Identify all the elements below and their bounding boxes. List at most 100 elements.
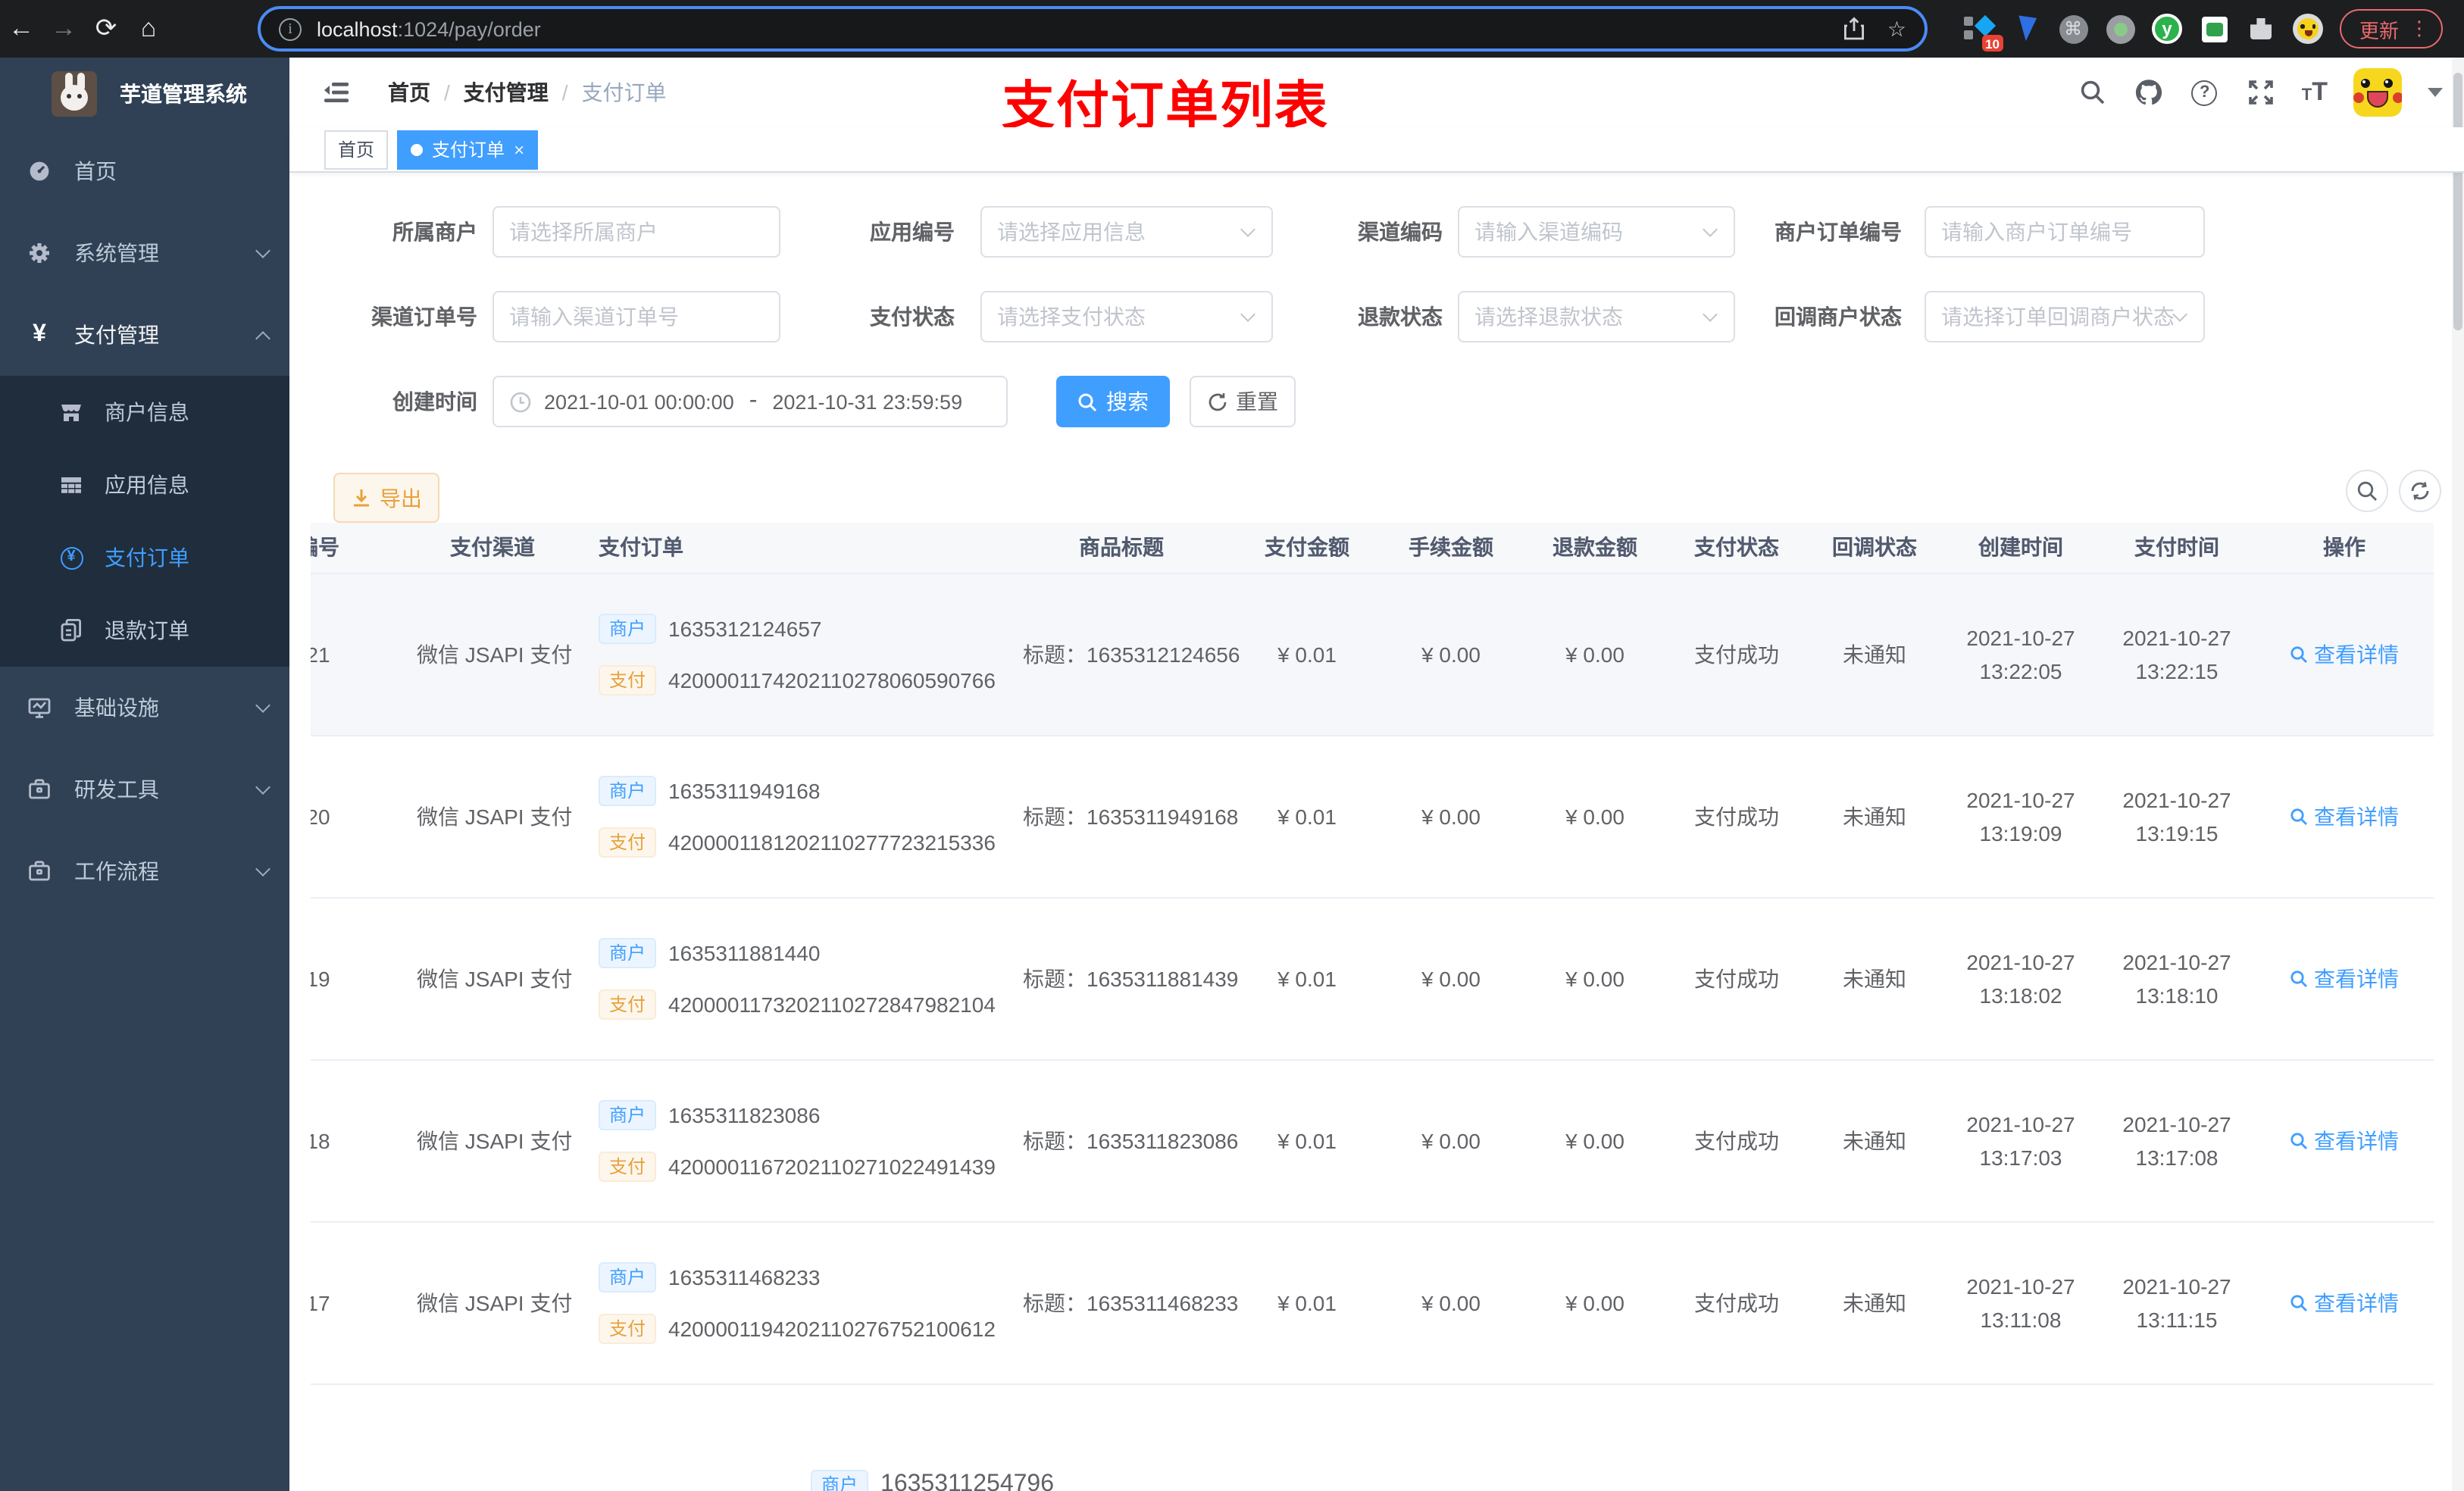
- cell-pay-order: 商户 1635311823086 支付 4200001167202110271022…: [583, 1059, 1008, 1222]
- date-range-picker[interactable]: 2021-10-01 00:00:00 - 2021-10-31 23:59:5…: [492, 376, 1008, 427]
- channel-order-no-input[interactable]: [509, 305, 764, 329]
- col-amount[interactable]: 支付金额: [1235, 523, 1379, 574]
- sidebar-item-refund-order[interactable]: 退款订单: [0, 594, 289, 667]
- col-status[interactable]: 支付状态: [1667, 523, 1806, 574]
- home-icon[interactable]: ⌂: [127, 14, 170, 44]
- back-icon[interactable]: ←: [0, 14, 42, 44]
- cell-id: 19: [311, 897, 402, 1060]
- sidebar-item-dev-tools[interactable]: 研发工具: [0, 749, 289, 830]
- export-button[interactable]: 导出: [333, 473, 439, 523]
- cell-title: 标题：1635311881439: [1008, 897, 1238, 1060]
- extension-emoji-icon[interactable]: [2293, 14, 2323, 44]
- refund-status-select[interactable]: 请选择退款状态: [1458, 291, 1735, 342]
- view-detail-link[interactable]: 查看详情: [2290, 1287, 2399, 1318]
- reset-button[interactable]: 重置: [1190, 376, 1296, 427]
- browser-menu-icon[interactable]: ⋮: [2409, 17, 2429, 41]
- date-end[interactable]: 2021-10-31 23:59:59: [772, 390, 962, 413]
- col-paid[interactable]: 支付时间: [2099, 523, 2255, 574]
- logo-rabbit-avatar: [52, 71, 97, 117]
- app-select[interactable]: 请选择应用信息: [980, 206, 1273, 258]
- sidebar-item-home[interactable]: 首页: [0, 130, 289, 212]
- sidebar-item-merchant-info[interactable]: 商户信息: [0, 376, 289, 449]
- filter-label: 回调商户状态: [1775, 305, 1902, 329]
- col-id[interactable]: 编号: [311, 523, 402, 574]
- merchant-order-no-input[interactable]: [1941, 220, 2188, 244]
- merchant-order-no-field[interactable]: [1925, 206, 2205, 258]
- user-avatar[interactable]: [2353, 68, 2402, 117]
- view-detail-link[interactable]: 查看详情: [2290, 801, 2399, 831]
- sidebar-toggle-icon[interactable]: [321, 77, 352, 108]
- extensions-puzzle-icon[interactable]: [2246, 14, 2276, 44]
- bookmark-star-icon[interactable]: ☆: [1887, 16, 1906, 42]
- extension-chat-icon[interactable]: [2199, 14, 2229, 44]
- view-detail-link[interactable]: 查看详情: [2290, 963, 2399, 993]
- cell-id: 20: [311, 735, 402, 898]
- share-icon[interactable]: [1843, 17, 1866, 41]
- breadcrumb-home[interactable]: 首页: [388, 77, 430, 108]
- merchant-tag: 商户: [599, 937, 657, 967]
- col-channel[interactable]: 支付渠道: [402, 523, 583, 574]
- pay-tag: 支付: [599, 664, 657, 695]
- font-size-icon[interactable]: TT: [2302, 77, 2328, 108]
- toggle-search-button[interactable]: [2346, 470, 2388, 512]
- merchant-input[interactable]: [509, 220, 764, 244]
- cell-pay-order: 商户 1635311468233 支付 4200001194202110276752…: [583, 1221, 1008, 1384]
- chevron-down-icon: [255, 697, 270, 712]
- col-notify[interactable]: 回调状态: [1806, 523, 1943, 574]
- extension-y-icon[interactable]: y: [2152, 14, 2182, 44]
- breadcrumb-pay-manage[interactable]: 支付管理: [464, 77, 549, 108]
- search-icon[interactable]: [2078, 77, 2108, 108]
- notify-status-select[interactable]: 请选择订单回调商户状态: [1925, 291, 2205, 342]
- refresh-button[interactable]: [2399, 470, 2441, 512]
- channel-code-select[interactable]: 请输入渠道编码: [1458, 206, 1735, 258]
- sidebar-item-infrastructure[interactable]: 基础设施: [0, 667, 289, 749]
- filter-row-3: 创建时间 2021-10-01 00:00:00 - 2021-10-31 23…: [289, 376, 1296, 427]
- cell-channel: 微信 JSAPI 支付: [402, 735, 583, 898]
- avatar-caret-icon[interactable]: [2428, 88, 2443, 97]
- tab-home[interactable]: 首页: [324, 130, 389, 169]
- merchant-select[interactable]: [492, 206, 780, 258]
- view-detail-link[interactable]: 查看详情: [2290, 639, 2399, 669]
- col-created[interactable]: 创建时间: [1943, 523, 2099, 574]
- copy-document-icon: [59, 618, 83, 642]
- tab-pay-order[interactable]: 支付订单 ×: [397, 130, 539, 169]
- cell-amount: ¥ 0.01: [1235, 897, 1379, 1060]
- gear-icon: [27, 241, 52, 265]
- sidebar-item-app-info[interactable]: 应用信息: [0, 449, 289, 521]
- sidebar-item-pay-order[interactable]: ¥ 支付订单: [0, 521, 289, 594]
- col-actions[interactable]: 操作: [2255, 523, 2434, 574]
- browser-update-button[interactable]: 更新 ⋮: [2340, 9, 2444, 48]
- yen-circle-icon: ¥: [59, 545, 83, 570]
- close-icon[interactable]: ×: [514, 139, 524, 160]
- extension-kite-icon[interactable]: [2011, 14, 2041, 44]
- extension-dot-icon[interactable]: [2105, 14, 2135, 44]
- extension-command-icon[interactable]: ⌘: [2058, 14, 2088, 44]
- extension-diamond-icon[interactable]: 10: [1964, 14, 2003, 52]
- table-row: 19 微信 JSAPI 支付 商户1635311881440 支付4200001…: [311, 897, 2434, 1060]
- view-detail-link[interactable]: 查看详情: [2290, 1125, 2399, 1155]
- col-fee[interactable]: 手续金额: [1379, 523, 1523, 574]
- address-bar[interactable]: i localhost:1024/pay/order ☆: [258, 6, 1928, 52]
- page-scrollbar[interactable]: [2452, 58, 2464, 1491]
- page-content: 所属商户 应用编号 请选择应用信息 渠道编码 请输入渠道编码 商户订单编号: [289, 173, 2464, 1491]
- sidebar-logo[interactable]: 芋道管理系统: [0, 58, 289, 130]
- help-icon[interactable]: ?: [2190, 77, 2220, 108]
- col-pay-order[interactable]: 支付订单: [583, 523, 1008, 574]
- col-title[interactable]: 商品标题: [1008, 523, 1235, 574]
- fullscreen-icon[interactable]: [2246, 77, 2276, 108]
- site-info-icon[interactable]: i: [279, 17, 302, 40]
- channel-order-no-field[interactable]: [492, 291, 780, 342]
- forward-icon[interactable]: →: [42, 14, 85, 44]
- sidebar-item-payment[interactable]: ¥ 支付管理: [0, 294, 289, 376]
- sidebar-item-workflow[interactable]: 工作流程: [0, 830, 289, 912]
- github-icon[interactable]: [2134, 77, 2164, 108]
- search-button[interactable]: 搜索: [1056, 376, 1170, 427]
- orders-table: 编号 支付渠道 支付订单 商品标题 支付金额 手续金额 退款金额 支付状态 回调…: [311, 523, 2434, 1491]
- cell-pay-order: 商户 1635311881440 支付 4200001173202110272847…: [583, 897, 1008, 1060]
- reload-icon[interactable]: ⟳: [85, 14, 127, 44]
- cell-channel: 微信 JSAPI 支付: [402, 897, 583, 1060]
- sidebar-item-system[interactable]: 系统管理: [0, 212, 289, 294]
- pay-status-select[interactable]: 请选择支付状态: [980, 291, 1273, 342]
- col-refund[interactable]: 退款金额: [1523, 523, 1667, 574]
- date-start[interactable]: 2021-10-01 00:00:00: [544, 390, 734, 413]
